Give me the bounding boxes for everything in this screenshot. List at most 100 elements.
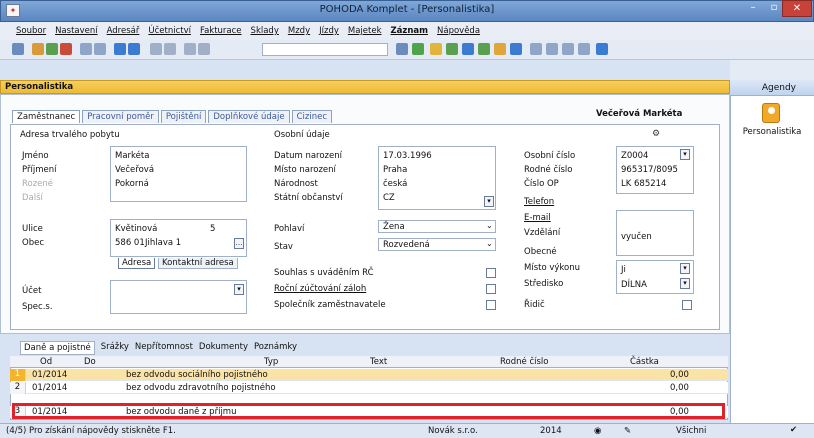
menu-soubor[interactable]: Soubor	[16, 26, 46, 36]
personal-number-dropdown[interactable]: ▾	[680, 149, 690, 160]
maiden-name-value[interactable]: Pokorná	[115, 179, 149, 189]
city-lookup-button[interactable]: …	[234, 238, 244, 249]
menu-napoveda[interactable]: Nápověda	[437, 26, 480, 36]
col-rodne-cislo[interactable]: Rodné číslo	[500, 357, 548, 367]
col-typ[interactable]: Typ	[264, 357, 278, 367]
tab-pracovni-pomer[interactable]: Pracovní poměr	[82, 110, 159, 123]
center-dropdown[interactable]: ▾	[680, 278, 690, 289]
toolbar-icon-1[interactable]	[12, 43, 24, 55]
toolbar-icon-6[interactable]	[94, 43, 106, 55]
menu-zaznam[interactable]: Záznam	[391, 26, 429, 36]
toolbar-icon-4[interactable]	[60, 43, 72, 55]
col-castka[interactable]: Částka	[630, 357, 659, 367]
subtab-nepritomnost[interactable]: Nepřítomnost	[135, 341, 193, 355]
toolbar-icon-10[interactable]	[164, 43, 176, 55]
sex-value[interactable]: Žena	[383, 222, 405, 232]
col-od[interactable]: Od	[40, 357, 52, 367]
citizenship-value[interactable]: CZ	[383, 193, 395, 203]
address-subtab[interactable]: Adresa	[118, 258, 156, 269]
toolbar-icon-3[interactable]	[46, 43, 58, 55]
personnel-icon[interactable]	[762, 103, 780, 123]
subtab-srazky[interactable]: Srážky	[101, 341, 129, 355]
first-name-value[interactable]: Markéta	[115, 151, 149, 161]
contact-address-subtab[interactable]: Kontaktní adresa	[158, 258, 238, 269]
table-row[interactable]: 2 01/2014 bez odvodu zdravotního pojistn…	[10, 382, 728, 394]
birth-number-value[interactable]: 965317/8095	[621, 165, 678, 175]
subtab-poznamky[interactable]: Poznámky	[254, 341, 297, 355]
personal-number-value[interactable]: Z0004	[621, 151, 648, 161]
col-text[interactable]: Text	[370, 357, 387, 367]
toolbar-icon-19[interactable]	[494, 43, 506, 55]
cell-od: 01/2014	[32, 370, 68, 380]
account-box[interactable]	[110, 280, 247, 314]
status-filter[interactable]: Všichni	[676, 426, 706, 436]
last-name-value[interactable]: Večeřová	[115, 165, 154, 175]
consent-checkbox[interactable]	[486, 268, 496, 278]
menu-nastaveni[interactable]: Nastavení	[55, 26, 98, 36]
annual-settlement-checkbox[interactable]	[486, 284, 496, 294]
workplace-dropdown[interactable]: ▾	[680, 263, 690, 274]
annual-settlement-label[interactable]: Roční zúčtování záloh	[274, 284, 366, 294]
toolbar-icon-7[interactable]	[114, 43, 126, 55]
subtab-dane-a-pojistne[interactable]: Daně a pojistné	[20, 341, 95, 355]
toolbar-icon-15[interactable]	[430, 43, 442, 55]
toolbar-icon-11[interactable]	[184, 43, 196, 55]
tab-cizinec[interactable]: Cizinec	[291, 110, 333, 123]
chevron-down-icon[interactable]: ⌄	[486, 239, 493, 248]
menu-jizdy[interactable]: Jízdy	[319, 26, 339, 36]
toolbar-icon-13[interactable]	[396, 43, 408, 55]
phone-label[interactable]: Telefon	[524, 197, 554, 207]
partner-checkbox[interactable]	[486, 300, 496, 310]
agenda-item-personalistika[interactable]: Personalistika	[734, 127, 810, 137]
tab-pojisteni[interactable]: Pojištění	[160, 110, 207, 123]
table-row[interactable]: 1 01/2014 bez odvodu sociálního pojistné…	[10, 369, 728, 381]
help-icon[interactable]	[596, 43, 608, 55]
toolbar-icon-2[interactable]	[32, 43, 44, 55]
education-value[interactable]: vyučen	[621, 232, 652, 242]
citizenship-dropdown[interactable]: ▾	[484, 196, 494, 207]
center-value[interactable]: DÍLNA	[621, 280, 647, 290]
menu-sklady[interactable]: Sklady	[251, 26, 279, 36]
chevron-down-icon[interactable]: ⌄	[486, 221, 493, 230]
toolbar-icon-5[interactable]	[80, 43, 92, 55]
toolbar-icon-8[interactable]	[128, 43, 140, 55]
toolbar-icon-12[interactable]	[198, 43, 210, 55]
id-card-label: Číslo OP	[524, 179, 559, 189]
workplace-value[interactable]: Ji	[621, 265, 626, 275]
toolbar-icon-24[interactable]	[578, 43, 590, 55]
menu-ucetnictvi[interactable]: Účetnictví	[148, 26, 191, 36]
pob-value[interactable]: Praha	[383, 165, 407, 175]
id-card-value[interactable]: LK 685214	[621, 179, 666, 189]
toolbar-combo[interactable]	[262, 43, 388, 56]
toolbar-icon-16[interactable]	[446, 43, 458, 55]
street-value[interactable]: Květinová	[115, 224, 157, 234]
menu-adresar[interactable]: Adresář	[107, 26, 140, 36]
dob-label: Datum narození	[274, 151, 342, 161]
menu-mzdy[interactable]: Mzdy	[288, 26, 310, 36]
toolbar-icon-21[interactable]	[530, 43, 542, 55]
driver-checkbox[interactable]	[682, 300, 692, 310]
email-label[interactable]: E-mail	[524, 213, 551, 223]
dob-value[interactable]: 17.03.1996	[383, 151, 432, 161]
zip-value[interactable]: 586 01	[115, 238, 145, 248]
account-dropdown[interactable]: ▾	[234, 284, 244, 295]
tab-doplnkove-udaje[interactable]: Doplňkové údaje	[208, 110, 290, 123]
toolbar-icon-17[interactable]	[462, 43, 474, 55]
settings-icon[interactable]: ⚙	[652, 129, 660, 139]
menu-majetek[interactable]: Majetek	[348, 26, 382, 36]
nationality-value[interactable]: česká	[383, 179, 407, 189]
toolbar-icon-14[interactable]	[412, 43, 424, 55]
toolbar-icon-9[interactable]	[150, 43, 162, 55]
status-value[interactable]: Rozvedená	[383, 240, 430, 250]
subtab-dokumenty[interactable]: Dokumenty	[199, 341, 248, 355]
toolbar-icon-22[interactable]	[546, 43, 558, 55]
toolbar-icon-18[interactable]	[478, 43, 490, 55]
toolbar-icon-20[interactable]	[510, 43, 522, 55]
tab-zamestnanec[interactable]: Zaměstnanec	[12, 110, 81, 123]
city-value[interactable]: Jihlava 1	[145, 238, 181, 248]
col-do[interactable]: Do	[84, 357, 96, 367]
toolbar-icon-23[interactable]	[562, 43, 574, 55]
house-number-value[interactable]: 5	[210, 224, 215, 234]
close-button[interactable]: ✕	[782, 0, 812, 17]
menu-fakturace[interactable]: Fakturace	[200, 26, 242, 36]
